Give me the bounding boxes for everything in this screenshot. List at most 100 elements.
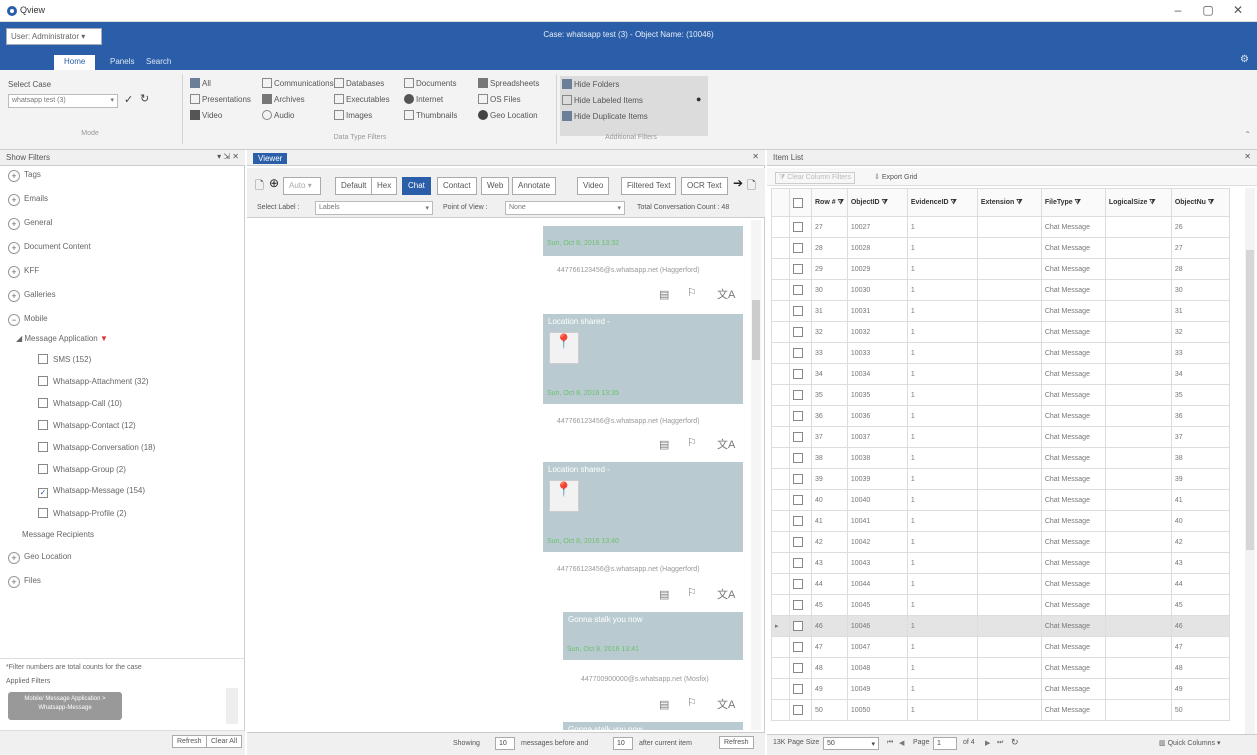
sub-filter-item[interactable]: Whatsapp-Call (10) [38, 398, 122, 408]
checkbox[interactable] [793, 474, 803, 484]
filter-documents[interactable]: Documents [404, 78, 456, 88]
table-row[interactable]: 45 10045 1 Chat Message 45 [771, 594, 1230, 616]
checkbox[interactable] [793, 197, 803, 208]
panel-pin-close-icon[interactable]: ▾ ⇲ ✕ [217, 152, 239, 161]
checkbox[interactable] [793, 222, 803, 232]
filter-icon[interactable]: ⧩ [838, 199, 844, 206]
column-header-row[interactable]: Row # ⧩ [811, 188, 848, 217]
row-checkbox-cell[interactable] [789, 531, 812, 553]
maximize-button[interactable]: ▢ [1198, 3, 1218, 17]
filter-icon[interactable]: ⧩ [1208, 199, 1214, 206]
select-all-header[interactable] [789, 188, 812, 217]
applied-filter-chip[interactable]: Mobile/ Message Application > Whatsapp-M… [8, 692, 122, 720]
checkbox[interactable] [38, 442, 48, 452]
table-row[interactable]: 47 10047 1 Chat Message 47 [771, 636, 1230, 658]
sub-filter-item[interactable]: Whatsapp-Conversation (18) [38, 442, 155, 452]
settings-gear-icon[interactable]: ⚙ [1240, 54, 1249, 65]
sub-filter-item[interactable]: ✓ Whatsapp-Message (154) [38, 486, 145, 498]
tag-icon[interactable]: ⚐ [687, 696, 697, 709]
view-web-button[interactable]: Web [481, 177, 510, 195]
refresh-icon[interactable]: ↻ [140, 92, 149, 105]
tag-icon[interactable]: ⚐ [687, 436, 697, 449]
first-page-icon[interactable]: ⏮ [887, 739, 893, 747]
filter-spreadsheets[interactable]: Spreadsheets [478, 78, 539, 88]
checkbox[interactable] [793, 264, 803, 274]
close-button[interactable]: ✕ [1228, 3, 1248, 17]
row-checkbox-cell[interactable] [789, 447, 812, 469]
tag-icon[interactable]: ⚐ [687, 586, 697, 599]
checkbox-checked[interactable]: ✓ [38, 488, 48, 498]
table-row[interactable]: 36 10036 1 Chat Message 36 [771, 405, 1230, 427]
info-icon[interactable]: ● [696, 94, 701, 104]
table-row[interactable]: 27 10027 1 Chat Message 26 [771, 216, 1230, 238]
checkbox[interactable] [793, 642, 803, 652]
chat-bubble[interactable]: Gonna stalk you now Sun, Oct 8, 2016 13:… [563, 612, 743, 660]
zoom-select[interactable]: Auto ▾ [283, 177, 321, 195]
checkbox[interactable] [793, 453, 803, 463]
filter-audio[interactable]: Audio [262, 110, 294, 120]
chat-scroll-thumb[interactable] [752, 300, 760, 360]
row-checkbox-cell[interactable] [789, 405, 812, 427]
filter-images[interactable]: Images [334, 110, 372, 120]
close-icon[interactable]: ✕ [1244, 152, 1251, 161]
filter-executables[interactable]: Executables [334, 94, 390, 104]
checkbox[interactable] [793, 663, 803, 673]
page-input[interactable]: 1 [933, 737, 957, 750]
row-checkbox-cell[interactable] [789, 510, 812, 532]
sub-filter-item[interactable]: Whatsapp-Contact (12) [38, 420, 136, 430]
checkbox[interactable] [38, 508, 48, 518]
column-header-filetype[interactable]: FileType ⧩ [1040, 188, 1106, 217]
viewer-tab[interactable]: Viewer [253, 153, 288, 164]
view-contact-button[interactable]: Contact [437, 177, 477, 195]
viewer-refresh-button[interactable]: Refresh [719, 736, 754, 749]
checkbox[interactable] [38, 398, 48, 408]
row-checkbox-cell[interactable] [789, 258, 812, 280]
checkbox[interactable] [793, 621, 803, 631]
checkbox[interactable] [38, 420, 48, 430]
view-video-button[interactable]: Video [577, 177, 610, 195]
table-row[interactable]: 29 10029 1 Chat Message 28 [771, 258, 1230, 280]
close-icon[interactable]: ✕ [752, 152, 759, 161]
table-row[interactable]: 49 10049 1 Chat Message 49 [771, 678, 1230, 700]
table-row[interactable]: 30 10030 1 Chat Message 30 [771, 279, 1230, 301]
filter-general[interactable]: + General [8, 218, 52, 230]
row-checkbox-cell[interactable] [789, 573, 812, 595]
sub-filter-item[interactable]: SMS (152) [38, 354, 91, 364]
quick-columns-button[interactable]: ▥ Quick Columns ▾ [1159, 739, 1221, 747]
row-checkbox-cell[interactable] [789, 363, 812, 385]
checkbox[interactable] [793, 579, 803, 589]
table-row[interactable]: 42 10042 1 Chat Message 42 [771, 531, 1230, 553]
row-checkbox-cell[interactable] [789, 342, 812, 364]
row-checkbox-cell[interactable] [789, 468, 812, 490]
row-checkbox-cell[interactable] [789, 321, 812, 343]
last-page-icon[interactable]: ⏭ [997, 739, 1003, 747]
checkbox[interactable] [793, 348, 803, 358]
message-recipients-node[interactable]: Message Recipients [22, 530, 94, 539]
filter-files[interactable]: + Files [8, 576, 41, 588]
checkbox[interactable] [793, 306, 803, 316]
view-annotate-button[interactable]: Annotate [512, 177, 557, 195]
table-row[interactable]: 37 10037 1 Chat Message 37 [771, 426, 1230, 448]
messages-before-input[interactable]: 10 [495, 737, 515, 750]
row-checkbox-cell[interactable] [789, 636, 812, 658]
tab-home[interactable]: Home [54, 55, 96, 70]
row-checkbox-cell[interactable] [789, 426, 812, 448]
checkbox[interactable] [38, 376, 48, 386]
column-header-evidenceid[interactable]: EvidenceID ⧩ [906, 188, 978, 217]
collapse-ribbon-icon[interactable]: ⌃ [1244, 130, 1251, 139]
comment-icon[interactable]: ▤ [659, 438, 669, 451]
row-checkbox-cell[interactable] [789, 489, 812, 511]
filter-icon[interactable]: ⧩ [951, 199, 957, 206]
filter-internet[interactable]: Internet [404, 94, 443, 104]
confirm-check-icon[interactable]: ✓ [124, 93, 133, 106]
grid-scroll-thumb[interactable] [1246, 250, 1254, 550]
filter-os-files[interactable]: OS Files [478, 94, 521, 104]
pov-select[interactable]: None ▾ [505, 201, 625, 215]
translate-icon[interactable]: 文A [717, 696, 735, 712]
checkbox[interactable] [793, 390, 803, 400]
filter-thumbnails[interactable]: Thumbnails [404, 110, 457, 120]
hide-duplicate-toggle[interactable]: Hide Duplicate Items [562, 111, 648, 121]
prev-page-icon[interactable]: ◀ [899, 739, 904, 747]
map-pin-icon[interactable]: 📍 [549, 480, 579, 512]
checkbox[interactable] [793, 243, 803, 253]
